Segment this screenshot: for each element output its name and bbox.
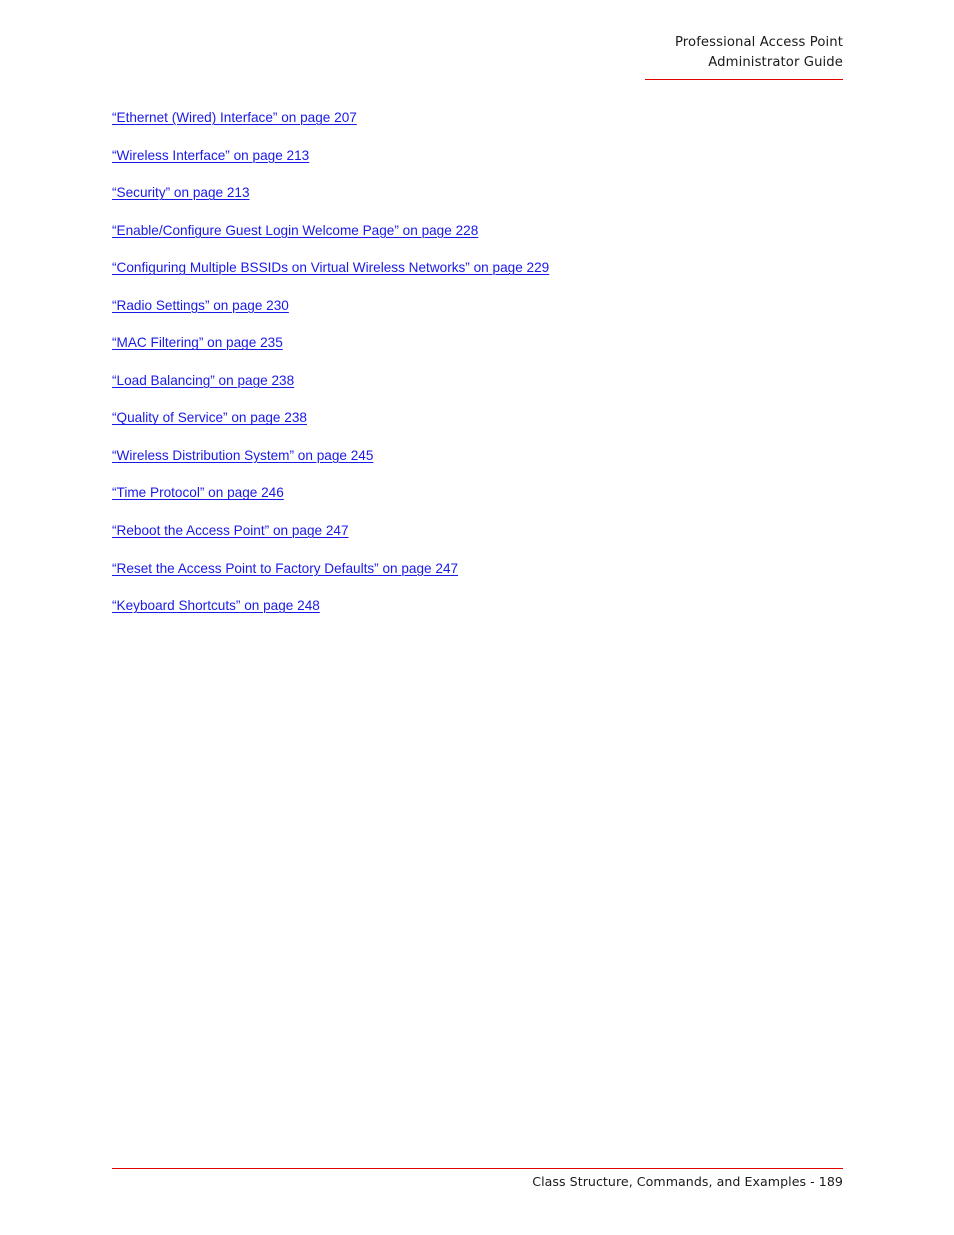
xref-link-time-protocol[interactable]: “Time Protocol” on page 246 <box>112 485 284 500</box>
footer-divider-rule <box>112 1168 843 1170</box>
xref-link-quality-of-service[interactable]: “Quality of Service” on page 238 <box>112 410 307 425</box>
xref-link-radio-settings[interactable]: “Radio Settings” on page 230 <box>112 298 289 313</box>
cross-reference-link-list: “Ethernet (Wired) Interface” on page 207… <box>112 108 872 634</box>
list-item: “Enable/Configure Guest Login Welcome Pa… <box>112 221 872 259</box>
xref-link-guest-login-welcome-page[interactable]: “Enable/Configure Guest Login Welcome Pa… <box>112 223 478 238</box>
list-item: “Reset the Access Point to Factory Defau… <box>112 559 872 597</box>
list-item: “Keyboard Shortcuts” on page 248 <box>112 596 872 634</box>
list-item: “Load Balancing” on page 238 <box>112 371 872 409</box>
list-item: “Time Protocol” on page 246 <box>112 483 872 521</box>
header-divider-rule <box>645 79 843 81</box>
xref-link-load-balancing[interactable]: “Load Balancing” on page 238 <box>112 373 294 388</box>
xref-link-wireless-distribution-system[interactable]: “Wireless Distribution System” on page 2… <box>112 448 373 463</box>
list-item: “Wireless Interface” on page 213 <box>112 146 872 184</box>
xref-link-reset-factory-defaults[interactable]: “Reset the Access Point to Factory Defau… <box>112 561 458 576</box>
list-item: “Quality of Service” on page 238 <box>112 408 872 446</box>
xref-link-multiple-bssids[interactable]: “Configuring Multiple BSSIDs on Virtual … <box>112 260 549 275</box>
list-item: “Wireless Distribution System” on page 2… <box>112 446 872 484</box>
list-item: “Radio Settings” on page 230 <box>112 296 872 334</box>
list-item: “Configuring Multiple BSSIDs on Virtual … <box>112 258 872 296</box>
xref-link-keyboard-shortcuts[interactable]: “Keyboard Shortcuts” on page 248 <box>112 598 320 613</box>
page-footer: Class Structure, Commands, and Examples … <box>112 1173 843 1191</box>
xref-link-wireless-interface[interactable]: “Wireless Interface” on page 213 <box>112 148 309 163</box>
list-item: “Reboot the Access Point” on page 247 <box>112 521 872 559</box>
xref-link-reboot-access-point[interactable]: “Reboot the Access Point” on page 247 <box>112 523 349 538</box>
xref-link-security[interactable]: “Security” on page 213 <box>112 185 250 200</box>
xref-link-mac-filtering[interactable]: “MAC Filtering” on page 235 <box>112 335 283 350</box>
footer-chapter-and-page-number: Class Structure, Commands, and Examples … <box>532 1174 843 1189</box>
document-page: Professional Access Point Administrator … <box>0 0 954 1235</box>
xref-link-ethernet-wired-interface[interactable]: “Ethernet (Wired) Interface” on page 207 <box>112 110 357 125</box>
page-header: Professional Access Point Administrator … <box>423 33 843 72</box>
list-item: “Ethernet (Wired) Interface” on page 207 <box>112 108 872 146</box>
header-title-line-1: Professional Access Point <box>674 35 843 50</box>
list-item: “MAC Filtering” on page 235 <box>112 333 872 371</box>
list-item: “Security” on page 213 <box>112 183 872 221</box>
header-title-line-2: Administrator Guide <box>708 54 843 70</box>
